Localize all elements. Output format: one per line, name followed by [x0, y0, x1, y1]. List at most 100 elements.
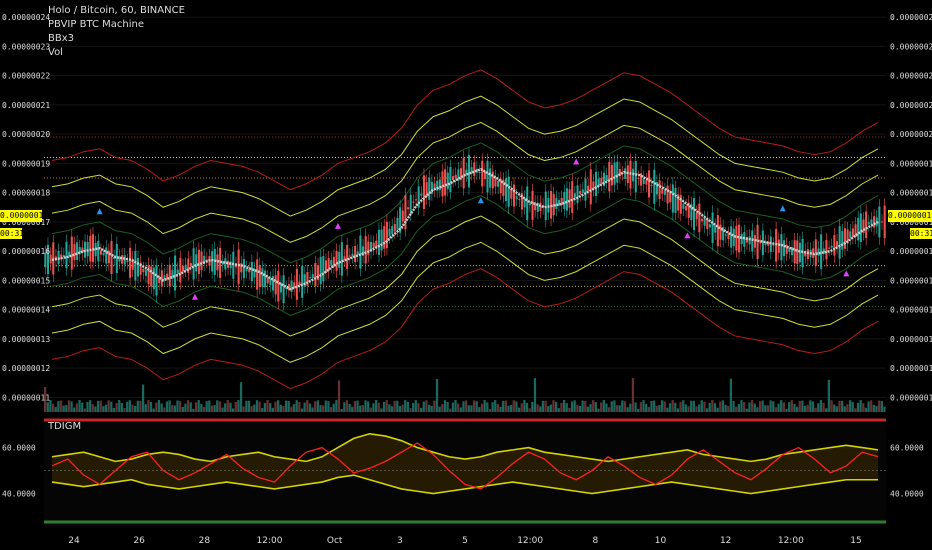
volume-bar: [231, 408, 235, 412]
volume-bar: [507, 405, 510, 412]
volume-bar: [139, 400, 142, 412]
candle-body: [407, 207, 410, 210]
volume-bar: [308, 403, 312, 412]
volume-bar: [433, 400, 436, 412]
candle-body: [867, 222, 870, 225]
volume-bar: [510, 404, 513, 412]
volume-bar: [430, 405, 433, 412]
candle-body: [478, 172, 481, 174]
volume-bar: [385, 400, 388, 412]
volume-bar: [703, 401, 706, 412]
candle-body: [309, 277, 312, 279]
volume-bar: [78, 400, 81, 412]
candle-body: [412, 201, 415, 203]
candle-body: [674, 187, 677, 213]
candle-body: [613, 162, 616, 185]
volume-bar: [637, 408, 640, 412]
candle-body: [703, 218, 706, 226]
volume-bar: [176, 400, 179, 412]
volume-bar: [393, 400, 396, 412]
volume-bar: [348, 403, 351, 412]
volume-bar: [827, 379, 830, 412]
volume-bar: [319, 405, 322, 412]
candle-body: [658, 180, 661, 200]
volume-bar: [584, 400, 587, 412]
volume-bar: [745, 408, 748, 412]
candle-body: [780, 234, 783, 261]
candle-body: [441, 171, 444, 197]
volume-bar: [517, 407, 521, 412]
candle-body: [396, 217, 399, 230]
volume-bar: [128, 400, 131, 412]
candle-body: [573, 193, 576, 198]
volume-bar: [149, 401, 153, 412]
volume-bar: [825, 408, 828, 412]
volume-bar: [645, 403, 648, 412]
volume-bar: [46, 402, 49, 412]
volume-bar: [589, 404, 592, 412]
price-chart[interactable]: 0.00000024 0.00000023 0.00000022 0.00000021…: [0, 0, 932, 550]
volume-bar: [303, 402, 306, 412]
volume-bar: [721, 400, 725, 412]
volume-bar: [592, 400, 595, 412]
price-axis[interactable]: 0.00000024 0.00000023 0.00000022 0.00000021…: [890, 13, 932, 402]
volume-bar: [189, 402, 192, 412]
price-tick-label: 0.00000022: [890, 72, 932, 81]
tdi-title[interactable]: TDIGM: [48, 421, 81, 432]
volume-bar: [81, 402, 84, 412]
volume-bar: [404, 400, 407, 412]
volume-bar: [851, 401, 854, 412]
candle-body: [783, 240, 786, 257]
volume-bar: [491, 402, 494, 412]
volume-bar: [687, 406, 690, 412]
legend-title[interactable]: Holo / Bitcoin, 60, BINANCE: [48, 4, 185, 18]
volume-bar: [210, 405, 214, 412]
candle-body: [420, 193, 423, 196]
candle-body: [793, 240, 796, 264]
volume-bar: [531, 401, 534, 412]
volume-bar: [54, 406, 57, 412]
candle-body: [335, 250, 338, 271]
volume-bar: [737, 404, 740, 412]
candle-body: [136, 258, 140, 277]
candle-body: [147, 264, 150, 285]
candle-body: [512, 184, 516, 207]
candle-body: [330, 259, 333, 266]
volume-bar: [568, 407, 571, 412]
price-axis-left[interactable]: 0.00000024 0.00000023 0.00000022 0.00000021…: [2, 13, 50, 402]
volume-bar: [502, 401, 505, 412]
candle-body: [311, 274, 314, 278]
volume-bar: [520, 403, 523, 412]
legend-indicator-vol[interactable]: Vol: [48, 46, 185, 60]
volume-bar: [880, 401, 883, 412]
candle-body: [610, 164, 613, 186]
volume-bar: [364, 400, 367, 412]
candle-body: [391, 225, 394, 235]
volume-bar: [803, 405, 807, 412]
volume-bar: [194, 402, 198, 412]
volume-bar: [795, 406, 799, 412]
signal-arrow: [684, 232, 691, 239]
candle-body: [568, 189, 571, 208]
volume-bar: [483, 400, 486, 412]
volume-bar: [523, 400, 526, 412]
candle-body: [189, 263, 192, 267]
candle-body: [168, 264, 171, 287]
volume-bar: [258, 401, 261, 412]
time-tick-label: 12: [720, 536, 731, 546]
time-axis[interactable]: 24 26 28 12:00 Oct 3 5 12:00 8 10 12 12:00 15: [68, 536, 861, 546]
volume-bar: [446, 402, 449, 412]
candle-body: [348, 255, 351, 257]
volume-bar: [340, 408, 343, 412]
legend-indicator-bb[interactable]: BBx3: [48, 32, 185, 46]
volume-bar: [96, 400, 100, 412]
tdi-tick-label: 60.0000: [890, 444, 924, 453]
volume-bar: [115, 402, 118, 412]
volume-bar: [406, 401, 409, 412]
volume-bar: [343, 402, 346, 412]
candle-body: [258, 264, 261, 288]
legend-indicator-machine[interactable]: PBVIP BTC Machine: [48, 18, 185, 32]
volume-bar: [419, 407, 423, 412]
candle-body: [126, 261, 129, 263]
candle-body: [256, 259, 259, 290]
